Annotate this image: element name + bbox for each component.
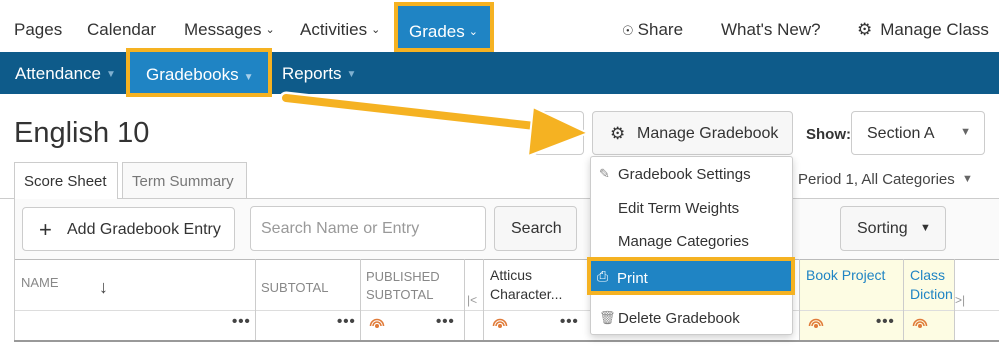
sorting-label: Sorting — [857, 220, 908, 237]
menu-item-print[interactable]: ⎙ Print — [587, 257, 795, 295]
add-gradebook-entry-label: Add Gradebook Entry — [67, 221, 221, 238]
menu-item-print-label: Print — [617, 270, 648, 287]
sorting-button[interactable]: Sorting ▼ — [840, 206, 946, 251]
subnav-attendance[interactable]: Attendance ▼ — [15, 64, 116, 84]
column-options-icon[interactable]: ••• — [436, 313, 455, 330]
grid-border — [14, 310, 999, 311]
nav-calendar[interactable]: Calendar — [87, 20, 156, 40]
tab-score-sheet[interactable]: Score Sheet — [14, 162, 118, 199]
grid-divider — [14, 259, 15, 340]
chevron-down-icon: ⌄ — [371, 24, 381, 36]
column-options-icon[interactable]: ••• — [560, 313, 579, 330]
grid-divider — [799, 259, 800, 340]
subnav-reports-label: Reports — [282, 64, 342, 83]
nav-manage-class-label: Manage Class — [880, 20, 989, 39]
column-header-atticus-line1[interactable]: Atticus — [490, 265, 532, 285]
search-input[interactable] — [250, 206, 486, 251]
nav-pages[interactable]: Pages — [14, 20, 62, 40]
manage-gradebook-menu: ✎ Gradebook Settings Edit Term Weights M… — [590, 156, 793, 335]
subnav-gradebooks[interactable]: Gradebooks ▼ — [126, 48, 272, 97]
column-header-atticus-line2: Character... — [490, 286, 563, 302]
top-nav: Pages Calendar Messages ⌄ Activities ⌄ ☉ Sh… — [0, 0, 999, 52]
chevron-down-icon: ▼ — [346, 69, 357, 80]
nav-share-label: Share — [637, 20, 684, 39]
column-options-icon[interactable]: ••• — [337, 313, 356, 330]
section-select-value: Section A — [867, 125, 935, 142]
nav-whats-new[interactable]: What's New? — [721, 20, 821, 40]
subnav-reports[interactable]: Reports ▼ — [282, 64, 356, 84]
chevron-down-icon: ⌄ — [265, 24, 275, 36]
gear-icon: ⚙ — [610, 124, 626, 143]
menu-item-edit-term-weights[interactable]: Edit Term Weights — [618, 200, 739, 217]
plus-icon: + — [39, 217, 52, 242]
nav-manage-class[interactable]: ⚙ Manage Class — [857, 20, 989, 40]
chevron-down-icon: ▼ — [960, 126, 971, 138]
nav-messages[interactable]: Messages ⌄ — [184, 20, 275, 40]
search-button[interactable]: Search — [494, 206, 577, 251]
hidden-button[interactable] — [534, 111, 584, 155]
column-header-class-line1[interactable]: Class — [910, 265, 945, 285]
nav-share[interactable]: ☉ Share — [622, 20, 683, 40]
gear-icon: ⚙ — [857, 20, 873, 39]
nav-grades-label: Grades — [409, 22, 465, 41]
publish-broadcast-icon[interactable] — [912, 316, 928, 332]
collapse-left-icon[interactable]: |< — [467, 293, 477, 307]
show-label: Show: — [806, 126, 851, 143]
chevron-down-icon[interactable]: ▼ — [962, 173, 973, 185]
column-header-published-line2: SUBTOTAL — [366, 287, 434, 302]
grid-border — [14, 340, 999, 342]
tab-term-summary[interactable]: Term Summary — [122, 162, 247, 198]
chevron-down-icon: ▼ — [243, 72, 254, 83]
search-button-label: Search — [511, 220, 562, 237]
chevron-down-icon: ▼ — [106, 69, 116, 80]
column-header-class-line2: Diction — [910, 286, 953, 302]
grid-border — [14, 259, 999, 260]
page-title: English 10 — [14, 117, 150, 149]
nav-grades[interactable]: Grades ⌄ — [394, 2, 494, 52]
manage-gradebook-button[interactable]: ⚙ Manage Gradebook — [592, 111, 793, 155]
nav-activities-label: Activities — [300, 20, 368, 39]
publish-broadcast-icon[interactable] — [369, 316, 385, 332]
share-icon: ☉ — [622, 23, 634, 38]
grid-divider — [255, 259, 256, 340]
grid-divider — [903, 259, 904, 340]
column-options-icon[interactable]: ••• — [232, 313, 251, 330]
sort-down-arrow-icon[interactable]: ↓ — [99, 277, 108, 298]
add-gradebook-entry-button[interactable]: + Add Gradebook Entry — [22, 207, 235, 251]
expand-right-icon[interactable]: >| — [955, 293, 965, 307]
subnav-attendance-label: Attendance — [15, 64, 102, 83]
chevron-down-icon: ▼ — [920, 222, 931, 234]
pencil-icon: ✎ — [599, 166, 610, 181]
grid-divider — [483, 259, 484, 340]
nav-activities[interactable]: Activities ⌄ — [300, 20, 380, 40]
menu-item-gradebook-settings[interactable]: Gradebook Settings — [618, 166, 751, 183]
column-header-subtotal[interactable]: SUBTOTAL — [261, 279, 328, 297]
publish-broadcast-icon[interactable] — [492, 316, 508, 332]
trash-icon: 🗑 — [599, 310, 616, 325]
column-header-book-project[interactable]: Book Project — [806, 265, 885, 285]
printer-icon: ⎙ — [597, 268, 609, 284]
subnav-gradebooks-label: Gradebooks — [146, 65, 239, 84]
menu-item-delete-gradebook[interactable]: Delete Gradebook — [618, 310, 740, 327]
column-header-name[interactable]: NAME — [21, 274, 59, 292]
publish-broadcast-icon[interactable] — [808, 316, 824, 332]
grid-divider — [360, 259, 361, 340]
manage-gradebook-label: Manage Gradebook — [637, 125, 779, 142]
column-header-published-line1[interactable]: PUBLISHED — [366, 268, 440, 286]
nav-messages-label: Messages — [184, 20, 262, 39]
menu-item-manage-categories[interactable]: Manage Categories — [618, 233, 749, 250]
section-select[interactable]: Section A ▼ — [851, 111, 985, 155]
column-options-icon[interactable]: ••• — [876, 313, 895, 330]
period-filter[interactable]: Period 1, All Categories — [798, 171, 955, 188]
chevron-down-icon: ⌄ — [468, 26, 478, 38]
grid-divider — [464, 259, 465, 340]
